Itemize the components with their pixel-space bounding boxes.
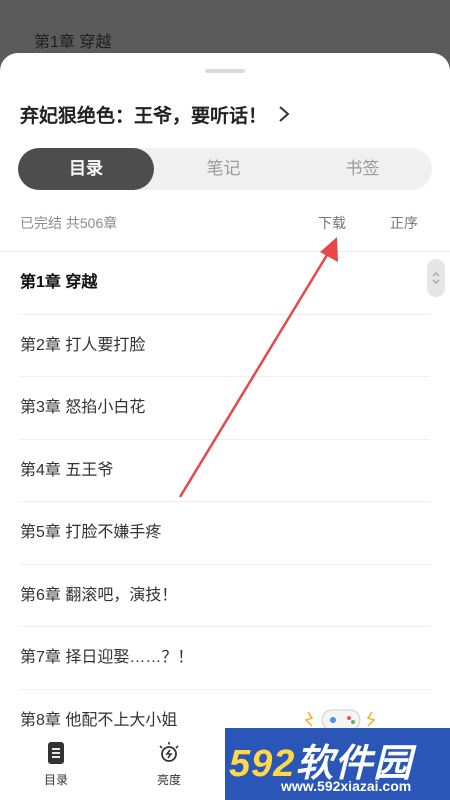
toolbar-brightness-button[interactable]: 亮度 [139, 741, 199, 788]
brightness-icon [159, 742, 179, 762]
scrollbar-thumb[interactable] [427, 259, 445, 297]
background-chapter-title: 第1章 穿越 [34, 34, 112, 51]
chapter-item-1[interactable]: 第1章 穿越 [20, 252, 430, 315]
catalog-meta-row: 已完结 共506章 下载 正序 [20, 213, 420, 233]
scroll-arrows-icon [432, 271, 440, 285]
tab-notes[interactable]: 笔记 [154, 148, 293, 190]
tab-bar: 目录 笔记 书签 [18, 148, 432, 190]
drag-handle[interactable] [205, 69, 245, 73]
completion-status: 已完结 共506章 [20, 215, 118, 231]
book-title-row[interactable]: 弃妃狠绝色：王爷，要听话！ [20, 101, 291, 127]
watermark-logo: 592软件园 www.592xiazai.com [225, 728, 450, 800]
tab-bookmarks[interactable]: 书签 [293, 148, 432, 190]
chapter-item-5[interactable]: 第5章 打脸不嫌手疼 [20, 502, 430, 565]
toolbar-catalog-button[interactable]: 目录 [26, 741, 86, 788]
watermark-url: www.592xiazai.com [281, 778, 412, 794]
toolbar-brightness-label: 亮度 [156, 773, 181, 787]
tab-catalog[interactable]: 目录 [18, 148, 154, 190]
chapter-item-3[interactable]: 第3章 怒掐小白花 [20, 377, 430, 440]
toolbar-catalog-label: 目录 [43, 773, 68, 787]
book-title: 弃妃狠绝色：王爷，要听话！ [20, 105, 268, 127]
chapter-item-7[interactable]: 第7章 择日迎娶……？！ [20, 627, 430, 690]
table-of-contents-sheet: 弃妃狠绝色：王爷，要听话！ 目录 笔记 书签 已完结 共506章 下载 正序 第… [0, 53, 450, 800]
catalog-icon [48, 742, 64, 764]
chevron-right-icon [279, 106, 290, 122]
chapter-list: 第1章 穿越 第2章 打人要打脸 第3章 怒掐小白花 第4章 五王爷 第5章 打… [20, 252, 430, 752]
chapter-item-2[interactable]: 第2章 打人要打脸 [20, 315, 430, 377]
chapter-item-4[interactable]: 第4章 五王爷 [20, 440, 430, 502]
download-button[interactable]: 下载 [318, 213, 346, 233]
sort-order-button[interactable]: 正序 [390, 213, 418, 233]
chapter-item-6[interactable]: 第6章 翻滚吧，演技！ [20, 565, 430, 627]
